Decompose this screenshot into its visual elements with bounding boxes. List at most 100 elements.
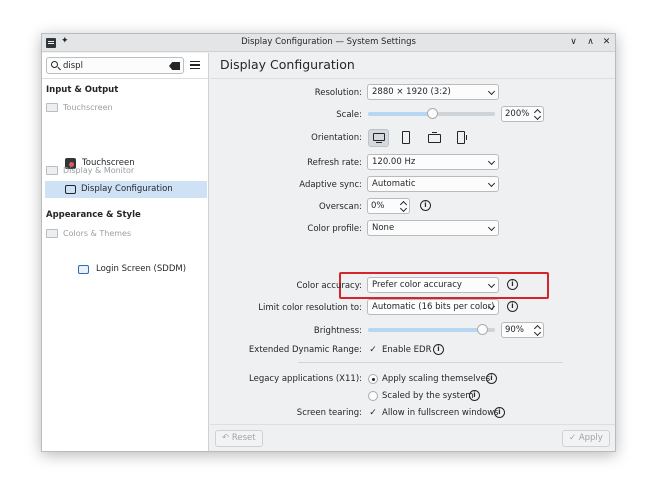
scale-slider-handle[interactable] <box>427 108 438 119</box>
orientation-portrait-flipped-button[interactable] <box>452 129 473 147</box>
reset-button[interactable]: ↶ Reset <box>215 430 263 447</box>
refresh-rate-label: Refresh rate: <box>307 158 362 168</box>
clear-search-icon[interactable] <box>169 62 180 70</box>
category-appearance-style: Appearance & Style <box>46 210 141 220</box>
sidebar-item-display-configuration[interactable]: Display Configuration <box>45 181 207 198</box>
display-icon <box>65 185 76 194</box>
scaled-by-system-label[interactable]: Scaled by the system <box>382 391 473 401</box>
title-bar: ✦ Display Configuration — System Setting… <box>42 34 615 52</box>
allow-tearing-checkbox[interactable]: ✓ <box>368 408 378 418</box>
overscan-value: 0% <box>371 201 385 211</box>
sidebar-divider <box>42 78 208 79</box>
scaled-by-system-radio[interactable] <box>368 391 378 401</box>
reset-label: Reset <box>231 433 256 443</box>
chevron-down-icon <box>487 280 496 289</box>
group-touchscreen-label: Touchscreen <box>63 103 113 112</box>
group-touchscreen: Touchscreen <box>46 103 113 112</box>
group-display-monitor: Display & Monitor <box>46 166 134 175</box>
brightness-slider-handle[interactable] <box>477 324 488 335</box>
sidebar-item-login-screen[interactable]: Login Screen (SDDM) <box>78 261 206 278</box>
sidebar: displ Input & Output Touchscreen Touchsc… <box>42 53 209 451</box>
overscan-label: Overscan: <box>318 202 362 212</box>
monitor-group-icon <box>46 166 58 175</box>
landscape-icon <box>373 133 385 141</box>
window-title: Display Configuration — System Settings <box>241 37 416 47</box>
color-accuracy-value: Prefer color accuracy <box>372 280 462 290</box>
legacy-label: Legacy applications (X11): <box>249 374 362 384</box>
tearing-info-icon[interactable]: i <box>494 407 505 418</box>
brightness-spinbox[interactable]: 90% <box>501 322 544 338</box>
enable-edr-checkbox[interactable]: ✓ <box>368 345 378 355</box>
adaptive-sync-select[interactable]: Automatic <box>367 176 499 192</box>
brightness-label: Brightness: <box>313 326 362 336</box>
reset-icon: ↶ <box>222 433 232 443</box>
scale-spinbox[interactable]: 200% <box>501 106 544 122</box>
brightness-slider-fill <box>368 328 482 332</box>
page-title: Display Configuration <box>220 57 355 72</box>
section-separator <box>298 362 563 363</box>
color-profile-label: Color profile: <box>307 224 362 234</box>
sidebar-item-login-screen-label: Login Screen (SDDM) <box>96 264 187 274</box>
overscan-info-icon[interactable]: i <box>420 200 431 211</box>
maximize-button[interactable]: ∧ <box>584 36 597 49</box>
close-button[interactable]: ✕ <box>600 36 613 49</box>
login-screen-icon <box>78 265 89 274</box>
legacy-scaling-info-icon[interactable]: i <box>486 373 497 384</box>
hdr-label: Extended Dynamic Range: <box>248 345 362 355</box>
allow-tearing-label[interactable]: Allow in fullscreen windows <box>382 408 499 418</box>
scaled-by-system-info-icon[interactable]: i <box>469 390 480 401</box>
brightness-slider[interactable] <box>368 328 495 332</box>
orientation-landscape-button[interactable] <box>368 129 389 147</box>
resolution-select[interactable]: 2880 × 1920 (3:2) <box>367 84 499 100</box>
category-input-output: Input & Output <box>46 85 119 95</box>
color-accuracy-label: Color accuracy: <box>296 281 363 291</box>
system-settings-window: ✦ Display Configuration — System Setting… <box>41 33 616 452</box>
chevron-down-icon <box>487 179 496 188</box>
group-colors-themes-label: Colors & Themes <box>63 229 132 238</box>
limit-color-value: Automatic (16 bits per color) <box>372 302 495 312</box>
brightness-value: 90% <box>505 325 524 335</box>
minimize-button[interactable]: ∨ <box>567 36 580 49</box>
resolution-label: Resolution: <box>314 88 362 98</box>
adaptive-sync-label: Adaptive sync: <box>299 180 362 190</box>
colors-group-icon <box>46 229 58 238</box>
orientation-flipped-button[interactable] <box>424 129 445 147</box>
color-accuracy-info-icon[interactable]: i <box>507 279 518 290</box>
spin-arrows-icon[interactable] <box>534 108 541 120</box>
portrait-flipped-icon <box>457 131 465 144</box>
main-panel: Display Configuration Resolution: 2880 ×… <box>210 53 615 451</box>
scale-slider-fill <box>368 112 432 116</box>
edr-info-icon[interactable]: i <box>433 344 444 355</box>
orientation-label: Orientation: <box>311 133 362 143</box>
orientation-portrait-button[interactable] <box>396 129 417 147</box>
apply-icon: ✓ <box>569 433 579 443</box>
apply-scaling-radio[interactable] <box>368 374 378 384</box>
limit-color-label: Limit color resolution to: <box>258 303 362 313</box>
refresh-rate-select[interactable]: 120.00 Hz <box>367 154 499 170</box>
color-accuracy-select[interactable]: Prefer color accuracy <box>367 277 499 293</box>
overscan-spinbox[interactable]: 0% <box>367 198 410 214</box>
apply-scaling-label[interactable]: Apply scaling themselves <box>382 374 490 384</box>
footer-bar: ↶ Reset ✓ Apply <box>210 424 615 451</box>
touchscreen-group-icon <box>46 103 58 112</box>
group-display-monitor-label: Display & Monitor <box>63 166 135 175</box>
scale-label: Scale: <box>336 110 362 120</box>
limit-color-info-icon[interactable]: i <box>507 301 518 312</box>
color-profile-value: None <box>372 223 395 233</box>
chevron-down-icon <box>487 87 496 96</box>
landscape-flipped-icon <box>428 134 441 143</box>
search-icon <box>51 61 58 68</box>
refresh-rate-value: 120.00 Hz <box>372 157 416 167</box>
spin-arrows-icon[interactable] <box>400 200 407 212</box>
apply-button[interactable]: ✓ Apply <box>562 430 610 447</box>
search-value[interactable]: displ <box>63 61 83 71</box>
limit-color-select[interactable]: Automatic (16 bits per color) <box>367 299 499 315</box>
hamburger-menu-icon[interactable] <box>190 61 200 69</box>
search-input[interactable]: displ <box>46 57 184 74</box>
portrait-icon <box>402 131 410 144</box>
spin-arrows-icon[interactable] <box>534 324 541 336</box>
color-profile-select[interactable]: None <box>367 220 499 236</box>
adaptive-sync-value: Automatic <box>372 179 416 189</box>
group-colors-themes: Colors & Themes <box>46 229 131 238</box>
enable-edr-label[interactable]: Enable EDR <box>382 345 431 355</box>
